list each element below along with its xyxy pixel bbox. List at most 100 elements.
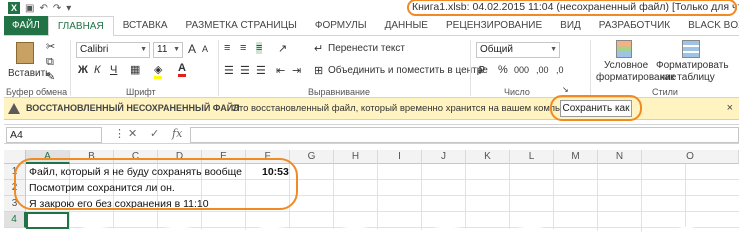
formula-bar: A4 ⋮ ✕ ✓ fx [4,124,739,144]
conditional-formatting-icon [616,40,632,58]
percent-button[interactable]: % [498,64,508,76]
increase-decimal-button[interactable]: ,00 [536,65,549,75]
column-header-n[interactable]: N [598,150,642,164]
tab-insert[interactable]: ВСТАВКА [114,16,177,35]
tab-formulas[interactable]: ФОРМУЛЫ [306,16,376,35]
format-as-table-icon [682,40,700,58]
borders-icon[interactable]: ▦ [130,63,140,76]
chevron-down-icon: ▼ [140,46,147,53]
enter-icon[interactable]: ✓ [150,127,159,140]
column-header-j[interactable]: J [422,150,466,164]
paste-label: Вставить [8,68,51,79]
title-bar: X ▣ ↶ ↷ ▾ Книга1.xlsb: 04.02.2015 11:04 … [4,0,739,16]
align-left-icon[interactable]: ☰ [224,64,234,77]
table-row [26,212,739,228]
tab-black-box[interactable]: BLACK BOX [679,16,739,35]
font-size-value: 11 [157,44,168,55]
wrap-text-icon[interactable]: ↵ [314,42,323,55]
divider [590,40,591,96]
underline-button[interactable]: Ч [110,64,117,76]
excel-logo-icon: X [8,2,20,14]
currency-icon[interactable]: ₽ [478,64,485,77]
chevron-down-icon: ▼ [550,46,557,53]
number-format-select[interactable]: Общий ▼ [476,42,560,58]
align-top-icon[interactable]: ≡ [224,42,230,54]
tab-home[interactable]: ГЛАВНАЯ [47,16,114,37]
cut-icon[interactable]: ✂ [46,40,55,53]
format-as-table-label-1: Форматировать [656,60,729,71]
merge-center-icon[interactable]: ⊞ [314,64,323,77]
name-box[interactable]: A4 [6,127,102,143]
decrease-decimal-button[interactable]: ,0 [556,65,564,75]
dialog-launcher-icon[interactable]: ↘ [562,85,569,94]
conditional-formatting-button[interactable]: Условное форматирование [596,38,676,84]
decrease-indent-icon[interactable]: ⇤ [276,64,285,77]
format-as-table-label-2: как таблицу [660,72,715,83]
column-header-l[interactable]: L [510,150,554,164]
shrink-font-icon[interactable]: A [202,44,208,54]
ribbon: Вставить ✂ ⧉ ✎ Буфер обмена Calibri ▼ 11 ▼… [4,36,739,98]
clipboard-icon [16,42,34,64]
format-as-table-button[interactable]: Форматировать как таблицу [656,38,730,84]
styles-group-label: Стили [652,87,678,97]
font-size-select[interactable]: 11 ▼ [153,42,183,58]
column-header-h[interactable]: H [334,150,378,164]
bold-button[interactable]: Ж [78,64,88,76]
column-header-k[interactable]: K [466,150,510,164]
message-bar-text: Это восстановленный файл, который времен… [232,103,590,114]
more-icon: ⋮ [114,128,125,140]
customize-icon[interactable]: ▾ [66,3,71,14]
column-header-o[interactable]: O [642,150,739,164]
insert-function-icon[interactable]: fx [172,127,182,140]
cancel-icon[interactable]: ✕ [128,127,137,140]
active-cell-a4[interactable] [26,212,69,229]
save-as-highlight-oval [550,95,642,121]
copy-icon[interactable]: ⧉ [46,56,54,69]
font-group-label: Шрифт [126,87,156,97]
thousands-button[interactable]: 000 [514,65,529,75]
increase-indent-icon[interactable]: ⇥ [292,64,301,77]
redo-icon[interactable]: ↷ [53,3,61,14]
tab-file[interactable]: ФАЙЛ [4,16,48,35]
divider [470,40,471,96]
warning-icon [8,103,20,114]
excel-window: X ▣ ↶ ↷ ▾ Книга1.xlsb: 04.02.2015 11:04 … [4,0,739,234]
number-group-label: Число [504,87,530,97]
column-header-g[interactable]: G [290,150,334,164]
column-header-m[interactable]: M [554,150,598,164]
align-middle-icon[interactable]: ≡ [240,42,246,54]
orientation-icon[interactable]: ↗ [278,42,287,55]
divider [218,40,219,96]
tab-view[interactable]: ВИД [551,16,590,35]
alignment-group-label: Выравнивание [308,87,370,97]
paste-button[interactable]: Вставить [8,40,50,84]
wrap-text-button[interactable]: Перенести текст [328,43,405,54]
column-header-i[interactable]: I [378,150,422,164]
align-right-icon[interactable]: ☰ [256,64,266,77]
font-name-value: Calibri [80,44,109,55]
grow-font-icon[interactable]: A [188,42,196,56]
message-bar-title: ВОССТАНОВЛЕННЫЙ НЕСОХРАНЕННЫЙ ФАЙЛ [26,103,240,113]
align-bottom-icon[interactable]: ≡ [256,42,263,54]
undo-icon[interactable]: ↶ [39,3,47,14]
font-name-select[interactable]: Calibri ▼ [76,42,150,58]
chevron-down-icon: ▼ [173,46,180,53]
close-icon[interactable]: × [727,102,733,114]
fill-color-icon[interactable]: ◈ [154,63,163,79]
format-painter-icon[interactable]: ✎ [46,70,55,83]
divider [70,40,71,96]
tab-developer[interactable]: РАЗРАБОТЧИК [590,16,679,35]
font-color-icon[interactable]: A [178,62,186,77]
align-center-icon[interactable]: ☰ [240,64,250,77]
tab-data[interactable]: ДАННЫЕ [376,16,437,35]
title-highlight-oval [407,0,737,16]
recovery-message-bar: ВОССТАНОВЛЕННЫЙ НЕСОХРАНЕННЫЙ ФАЙЛ Это в… [4,95,739,121]
merge-center-button[interactable]: Объединить и поместить в центре [328,65,488,76]
ribbon-tabs: ФАЙЛ ГЛАВНАЯ ВСТАВКА РАЗМЕТКА СТРАНИЦЫ Ф… [4,16,739,37]
save-icon[interactable]: ▣ [25,3,34,14]
italic-button[interactable]: К [94,64,100,76]
tab-review[interactable]: РЕЦЕНЗИРОВАНИЕ [437,16,551,35]
row-header-4[interactable]: 4 [4,212,26,228]
tab-page-layout[interactable]: РАЗМЕТКА СТРАНИЦЫ [177,16,306,35]
formula-input[interactable] [190,127,739,143]
